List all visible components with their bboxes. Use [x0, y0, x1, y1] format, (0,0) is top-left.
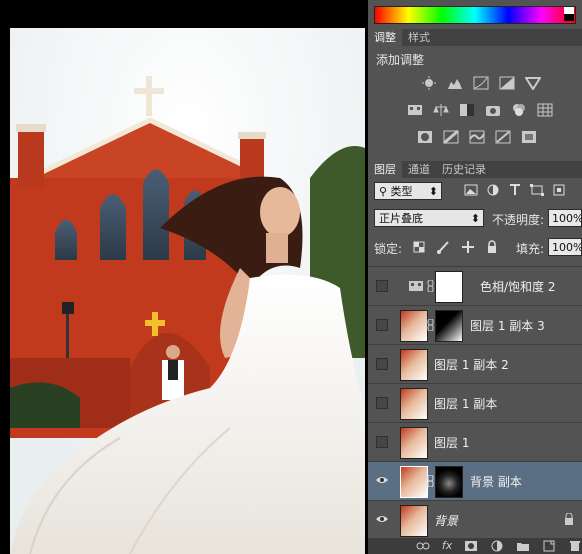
layer-filter-value: 类型: [390, 185, 413, 198]
eye-icon[interactable]: [376, 513, 388, 525]
layer-thumbnail: [400, 505, 428, 537]
smart-object-filter-icon[interactable]: [551, 183, 567, 197]
adjustment-icons-row-1: [416, 76, 576, 90]
color-lookup-icon[interactable]: [537, 103, 553, 117]
layer-name: 图层 1 副本: [434, 397, 498, 411]
layer-row[interactable]: 图层 1 副本: [368, 383, 582, 422]
vibrance-icon[interactable]: [525, 76, 541, 90]
mask-icon[interactable]: [464, 540, 478, 552]
eye-icon[interactable]: [376, 474, 388, 486]
layer-name: 图层 1 副本 2: [434, 358, 509, 372]
color-spectrum[interactable]: [374, 6, 576, 24]
layer-filter-select[interactable]: ⚲ 类型 ⬍: [374, 182, 442, 200]
lock-transparent-icon[interactable]: [412, 240, 428, 254]
tab-adjustments[interactable]: 调整: [368, 29, 402, 46]
layer-name: 色相/饱和度 2: [480, 280, 556, 294]
layer-filter-icons: [460, 183, 580, 197]
document-canvas[interactable]: [0, 0, 368, 554]
layer-thumbnail: [400, 427, 428, 459]
color-balance-icon[interactable]: [433, 103, 449, 117]
blend-mode-select[interactable]: 正片叠底 ⬍: [374, 209, 484, 227]
tab-layers[interactable]: 图层: [368, 161, 402, 178]
lock-icon: [565, 513, 573, 525]
curves-icon[interactable]: [473, 76, 489, 90]
adjustment-icon[interactable]: [490, 540, 504, 552]
shape-filter-icon[interactable]: [529, 183, 545, 197]
stepper-icon: ⬍: [470, 212, 480, 225]
visibility-toggle[interactable]: [376, 397, 388, 409]
blend-mode-value: 正片叠底: [379, 212, 423, 225]
photo-filter-icon[interactable]: [485, 103, 501, 117]
lock-all-icon[interactable]: [484, 240, 500, 254]
adjustment-icons-row-3: [412, 130, 572, 144]
channel-mixer-icon[interactable]: [511, 103, 527, 117]
layer-name: 背景: [434, 514, 459, 528]
layer-name: 背景 副本: [470, 475, 522, 489]
tab-channels[interactable]: 通道: [402, 161, 436, 178]
lock-image-icon[interactable]: [436, 240, 452, 254]
layer-name: 图层 1: [434, 436, 470, 450]
hue-saturation-icon: [409, 281, 423, 291]
pixel-filter-icon[interactable]: [463, 183, 479, 197]
right-panel: 调整 样式 添加调整 图层 通道 历史记录 ⚲ 类型 ⬍ 正片叠底 ⬍ 不透明度…: [368, 0, 582, 554]
fill-label: 填充:: [516, 242, 545, 256]
link-icon[interactable]: [426, 319, 435, 331]
layer-row[interactable]: 色相/饱和度 2: [368, 266, 582, 305]
type-filter-icon[interactable]: [507, 183, 523, 197]
lock-icons: [408, 240, 508, 254]
adjustment-icons-row-2: [402, 103, 572, 117]
fill-input[interactable]: 100%: [548, 238, 582, 256]
link-icon[interactable]: [426, 280, 435, 292]
new-layer-icon[interactable]: [542, 540, 556, 552]
tab-history[interactable]: 历史记录: [436, 161, 492, 178]
visibility-toggle[interactable]: [376, 436, 388, 448]
layer-row[interactable]: 图层 1 副本 3: [368, 305, 582, 344]
threshold-icon[interactable]: [469, 130, 485, 144]
layer-mask-thumbnail[interactable]: [435, 466, 463, 498]
stepper-icon: ⬍: [428, 185, 438, 198]
layers-footer: fx: [368, 538, 582, 554]
layer-mask-thumbnail[interactable]: [435, 310, 463, 342]
black-white-icon[interactable]: [459, 103, 475, 117]
layer-thumbnail: [400, 388, 428, 420]
exposure-icon[interactable]: [499, 76, 515, 90]
spectrum-bw-swatch[interactable]: [564, 7, 574, 21]
link-icon[interactable]: [416, 540, 430, 552]
trash-icon[interactable]: [568, 540, 582, 552]
add-adjustment-heading: 添加调整: [376, 53, 425, 67]
brightness-contrast-icon[interactable]: [421, 76, 437, 90]
layers-tabs: 图层 通道 历史记录: [368, 161, 582, 178]
visibility-toggle[interactable]: [376, 358, 388, 370]
opacity-label: 不透明度:: [492, 213, 545, 227]
layer-mask-thumbnail[interactable]: [435, 271, 463, 303]
invert-icon[interactable]: [417, 130, 433, 144]
lock-label: 锁定:: [374, 242, 403, 256]
layer-row[interactable]: 图层 1 副本 2: [368, 344, 582, 383]
wedding-photo: [10, 28, 365, 554]
folder-icon[interactable]: [516, 540, 530, 552]
tab-styles[interactable]: 样式: [402, 29, 436, 46]
layer-row[interactable]: 背景: [368, 500, 582, 539]
layer-name: 图层 1 副本 3: [470, 319, 545, 333]
fx-icon[interactable]: fx: [442, 539, 452, 552]
link-icon[interactable]: [426, 475, 435, 487]
layer-thumbnail: [400, 349, 428, 381]
hue-saturation-icon[interactable]: [407, 103, 423, 117]
selective-color-icon[interactable]: [521, 130, 537, 144]
posterize-icon[interactable]: [443, 130, 459, 144]
layer-thumbnail: [400, 466, 428, 498]
visibility-toggle[interactable]: [376, 280, 388, 292]
visibility-toggle[interactable]: [376, 319, 388, 331]
search-icon: ⚲: [379, 185, 388, 198]
gradient-map-icon[interactable]: [495, 130, 511, 144]
levels-icon[interactable]: [447, 76, 463, 90]
adjustments-tabs: 调整 样式: [368, 29, 582, 46]
lock-position-icon[interactable]: [460, 240, 476, 254]
opacity-input[interactable]: 100%: [548, 209, 582, 227]
layer-thumbnail: [400, 310, 428, 342]
layer-row[interactable]: 图层 1: [368, 422, 582, 461]
adjustment-filter-icon[interactable]: [485, 183, 501, 197]
layers-list: 色相/饱和度 2 图层 1 副本 3 图层 1 副本 2 图层 1 副本 图层 …: [368, 266, 582, 539]
layer-row-selected[interactable]: 背景 副本: [368, 461, 582, 500]
